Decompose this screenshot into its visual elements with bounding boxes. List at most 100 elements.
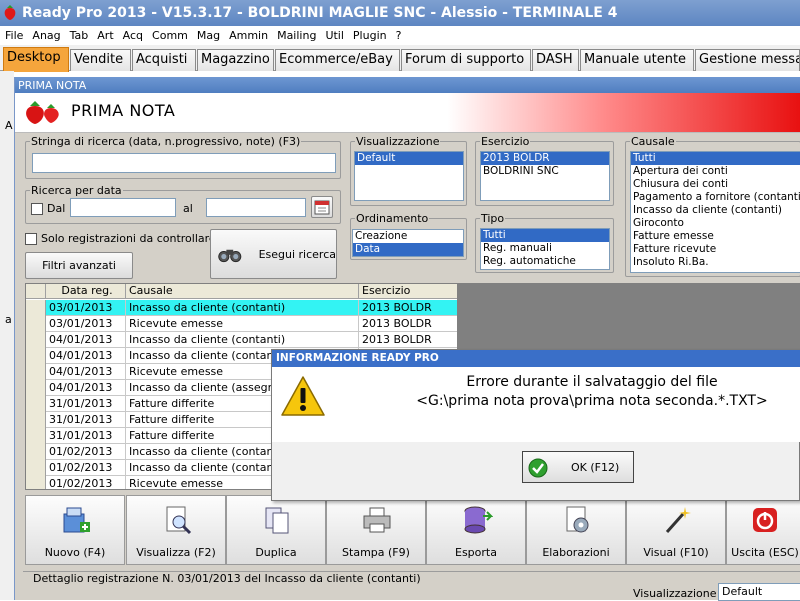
calendar-button[interactable] [311, 196, 333, 218]
row-indicator [26, 348, 46, 364]
detail-vis-select[interactable]: Default [718, 583, 800, 601]
menu-acq[interactable]: Acq [123, 29, 143, 42]
table-row[interactable]: 03/01/2013 Ricevute emesse 2013 BOLDR [26, 316, 457, 332]
warning-icon [281, 376, 325, 416]
list-item[interactable]: Fatture emesse [631, 230, 800, 243]
list-item[interactable]: Creazione [353, 230, 463, 243]
dal-checkbox[interactable] [31, 203, 43, 215]
esegui-ricerca-label: Esegui ricerca [258, 247, 336, 261]
uscita-button[interactable]: Uscita (ESC) [726, 495, 800, 565]
grid-header-causale[interactable]: Causale [126, 284, 359, 299]
uscita-label: Uscita (ESC) [731, 546, 799, 559]
dialog-message: Errore durante il salvataggio del file <… [392, 373, 792, 411]
list-item[interactable]: Chiusura dei conti [631, 178, 800, 191]
tab-ecommerce[interactable]: Ecommerce/eBay [275, 49, 400, 71]
duplica-label: Duplica [255, 546, 297, 559]
row-indicator [26, 332, 46, 348]
nuovo-button[interactable]: Nuovo (F4) [25, 495, 125, 565]
tipo-list[interactable]: Tutti Reg. manuali Reg. automatiche [480, 228, 610, 270]
list-item[interactable]: Data [353, 243, 463, 256]
elaborazioni-button[interactable]: Elaborazioni [526, 495, 626, 565]
visualizzazione-list[interactable]: Default [354, 151, 464, 201]
menu-help[interactable]: ? [396, 29, 402, 42]
stampa-button[interactable]: Stampa (F9) [326, 495, 426, 565]
tab-desktop[interactable]: Desktop [3, 47, 69, 72]
list-item[interactable]: Tutti [631, 152, 800, 165]
tab-manuale[interactable]: Manuale utente [580, 49, 694, 71]
esegui-ricerca-button[interactable]: Esegui ricerca [210, 229, 337, 279]
tab-dash[interactable]: DASH [532, 49, 579, 71]
esercizio-label: Esercizio [480, 135, 531, 148]
duplicate-icon [265, 507, 289, 534]
solo-registrazioni-checkbox[interactable] [25, 233, 37, 245]
list-item[interactable]: Reg. automatiche [481, 255, 609, 268]
menu-ammin[interactable]: Ammin [229, 29, 268, 42]
list-item[interactable]: Fatture ricevute [631, 243, 800, 256]
dal-label: Dal [47, 202, 66, 215]
list-item[interactable]: Pagamento a fornitore (contanti) [631, 191, 800, 204]
menu-mag[interactable]: Mag [197, 29, 220, 42]
menu-comm[interactable]: Comm [152, 29, 188, 42]
esercizio-list[interactable]: 2013 BOLDR BOLDRINI SNC [480, 151, 610, 201]
filtri-avanzati-button[interactable]: Filtri avanzati [25, 252, 133, 279]
menu-mailing[interactable]: Mailing [277, 29, 316, 42]
cell-causale: Ricevute emesse [126, 316, 359, 332]
menu-anag[interactable]: Anag [32, 29, 60, 42]
list-item[interactable]: Apertura dei conti [631, 165, 800, 178]
search-label: Stringa di ricerca (data, n.progressivo,… [30, 135, 302, 148]
menu-tab[interactable]: Tab [70, 29, 89, 42]
visualizza-button[interactable]: Visualizza (F2) [126, 495, 226, 565]
title-bar: Ready Pro 2013 - V15.3.17 - BOLDRINI MAG… [0, 0, 800, 26]
cell-esercizio: 2013 BOLDR [359, 332, 457, 348]
menu-util[interactable]: Util [325, 29, 343, 42]
ordinamento-list[interactable]: Creazione Data [352, 229, 464, 257]
grid-corner [26, 284, 46, 299]
solo-registrazioni-label: Solo registrazioni da controllare [41, 232, 216, 245]
toolbar: Nuovo (F4) Visualizza (F2) Duplica Stamp… [15, 495, 800, 565]
tab-forum[interactable]: Forum di supporto [401, 49, 531, 71]
esporta-button[interactable]: Esporta [426, 495, 526, 565]
list-item[interactable]: Tutti [481, 229, 609, 242]
table-row[interactable]: 03/01/2013 Incasso da cliente (contanti) 2… [26, 300, 457, 316]
search-input[interactable] [32, 153, 336, 173]
date-from-input[interactable] [70, 198, 176, 217]
menu-bar: File Anag Tab Art Acq Comm Mag Ammin Mai… [0, 26, 800, 45]
menu-plugin[interactable]: Plugin [353, 29, 387, 42]
row-indicator [26, 300, 46, 316]
cell-data: 04/01/2013 [46, 380, 126, 396]
tab-magazzino[interactable]: Magazzino [197, 49, 274, 71]
list-item[interactable]: Insoluto Ri.Ba. [631, 256, 800, 269]
tab-gestione-messaggi[interactable]: Gestione messaggi [695, 49, 800, 71]
causale-list[interactable]: Tutti Apertura dei conti Chiusura dei co… [630, 151, 800, 273]
cell-data: 01/02/2013 [46, 476, 126, 489]
list-item[interactable]: Giroconto [631, 217, 800, 230]
export-database-icon [464, 506, 493, 534]
list-item[interactable]: 2013 BOLDR [481, 152, 609, 165]
visual-button[interactable]: Visual (F10) [626, 495, 726, 565]
list-item[interactable]: Reg. manuali [481, 242, 609, 255]
visual-label: Visual (F10) [643, 546, 709, 559]
menu-file[interactable]: File [5, 29, 23, 42]
grid-header-esercizio[interactable]: Esercizio [359, 284, 457, 299]
cell-data: 03/01/2013 [46, 300, 126, 316]
cell-data: 04/01/2013 [46, 348, 126, 364]
row-indicator [26, 460, 46, 476]
ordinamento-label: Ordinamento [355, 212, 430, 225]
list-item[interactable]: Default [355, 152, 463, 165]
ok-button[interactable]: OK (F12) [522, 451, 634, 483]
tab-acquisti[interactable]: Acquisti [132, 49, 196, 71]
list-item[interactable]: BOLDRINI SNC [481, 165, 609, 178]
view-icon [166, 506, 192, 535]
visualizzazione-label: Visualizzazione [355, 135, 441, 148]
nuovo-label: Nuovo (F4) [44, 546, 106, 559]
grid-header-data[interactable]: Data reg. [46, 284, 126, 299]
tab-vendite[interactable]: Vendite [70, 49, 131, 71]
table-row[interactable]: 04/01/2013Incasso da cliente (contanti)2… [26, 332, 457, 348]
duplica-button[interactable]: Duplica [226, 495, 326, 565]
date-to-input[interactable] [206, 198, 306, 217]
list-item[interactable]: Incasso da cliente (contanti) [631, 204, 800, 217]
row-indicator [26, 428, 46, 444]
strawberries-logo-icon [26, 101, 59, 124]
side-letter: A [5, 119, 13, 132]
menu-art[interactable]: Art [97, 29, 113, 42]
